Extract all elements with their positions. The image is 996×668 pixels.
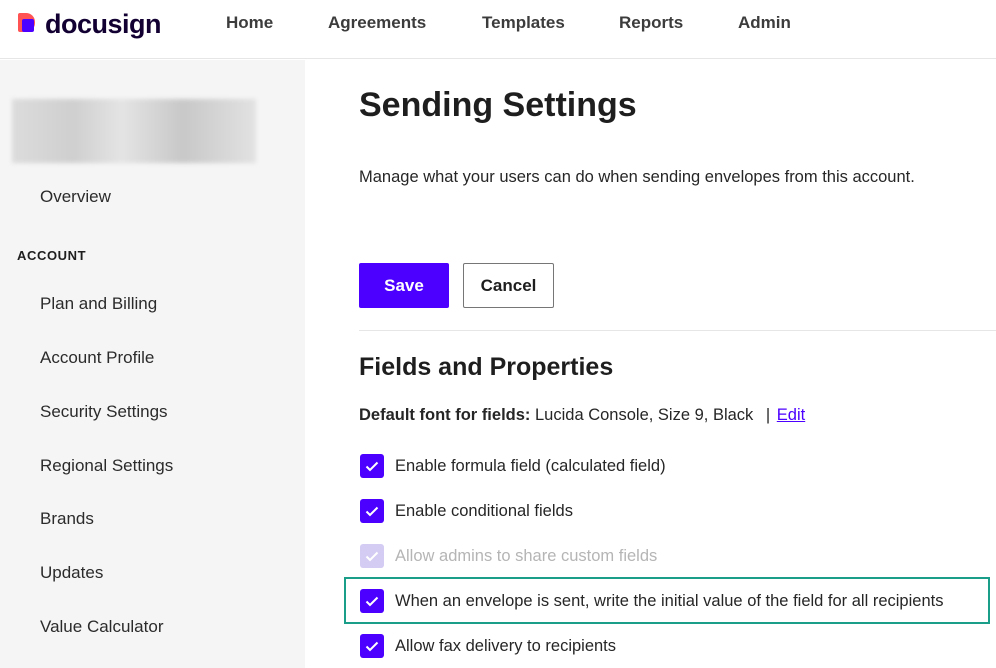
sidebar-item-overview[interactable]: Overview (40, 187, 111, 207)
option-enable-formula-field: Enable formula field (calculated field) (360, 454, 666, 478)
logo-text: docusign (45, 8, 162, 39)
docusign-logo[interactable]: docusign (18, 8, 162, 39)
cancel-button[interactable]: Cancel (463, 263, 554, 308)
option-label: Enable formula field (calculated field) (395, 456, 666, 475)
nav-templates[interactable]: Templates (482, 13, 565, 33)
checkbox-checked[interactable] (360, 634, 384, 658)
default-font-label: Default font for fields: (359, 406, 531, 424)
top-navigation-bar: docusign Home Agreements Templates Repor… (0, 0, 996, 59)
page-title: Sending Settings (359, 86, 637, 124)
sidebar-section-header-account: ACCOUNT (17, 248, 87, 263)
sidebar-item-value-calculator[interactable]: Value Calculator (40, 617, 163, 637)
option-label: Enable conditional fields (395, 501, 573, 520)
checkmark-icon (365, 641, 379, 651)
nav-agreements[interactable]: Agreements (328, 13, 426, 33)
sidebar: Overview ACCOUNT Plan and Billing Accoun… (0, 60, 305, 668)
section-divider (359, 330, 996, 331)
docusign-logo-icon (18, 13, 38, 35)
checkbox-checked-disabled (360, 544, 384, 568)
page-description: Manage what your users can do when sendi… (359, 168, 915, 186)
sidebar-item-regional-settings[interactable]: Regional Settings (40, 456, 173, 476)
checkbox-checked[interactable] (360, 454, 384, 478)
separator: | (765, 406, 771, 424)
option-allow-fax-delivery: Allow fax delivery to recipients (360, 634, 616, 658)
nav-home[interactable]: Home (226, 13, 273, 33)
sidebar-item-plan-and-billing[interactable]: Plan and Billing (40, 294, 157, 314)
nav-admin[interactable]: Admin (738, 13, 791, 33)
account-name-blurred (12, 99, 256, 163)
nav-reports[interactable]: Reports (619, 13, 683, 33)
highlight-annotation-box (344, 577, 990, 624)
option-label: Allow admins to share custom fields (395, 546, 658, 565)
save-button[interactable]: Save (359, 263, 449, 308)
section-title-fields-and-properties: Fields and Properties (359, 353, 614, 381)
edit-font-link[interactable]: Edit (777, 406, 805, 424)
option-enable-conditional-fields: Enable conditional fields (360, 499, 573, 523)
checkmark-icon (365, 506, 379, 516)
sidebar-item-brands[interactable]: Brands (40, 509, 94, 529)
option-label: Allow fax delivery to recipients (395, 636, 617, 655)
sidebar-item-account-profile[interactable]: Account Profile (40, 348, 154, 368)
default-font-row: Default font for fields: Lucida Console,… (359, 406, 805, 425)
sidebar-item-security-settings[interactable]: Security Settings (40, 402, 168, 422)
checkmark-icon (365, 551, 379, 561)
checkmark-icon (365, 461, 379, 471)
option-allow-admins-share-custom-fields: Allow admins to share custom fields (360, 544, 657, 568)
sidebar-item-updates[interactable]: Updates (40, 563, 103, 583)
checkbox-checked[interactable] (360, 499, 384, 523)
default-font-value: Lucida Console, Size 9, Black (535, 406, 754, 424)
